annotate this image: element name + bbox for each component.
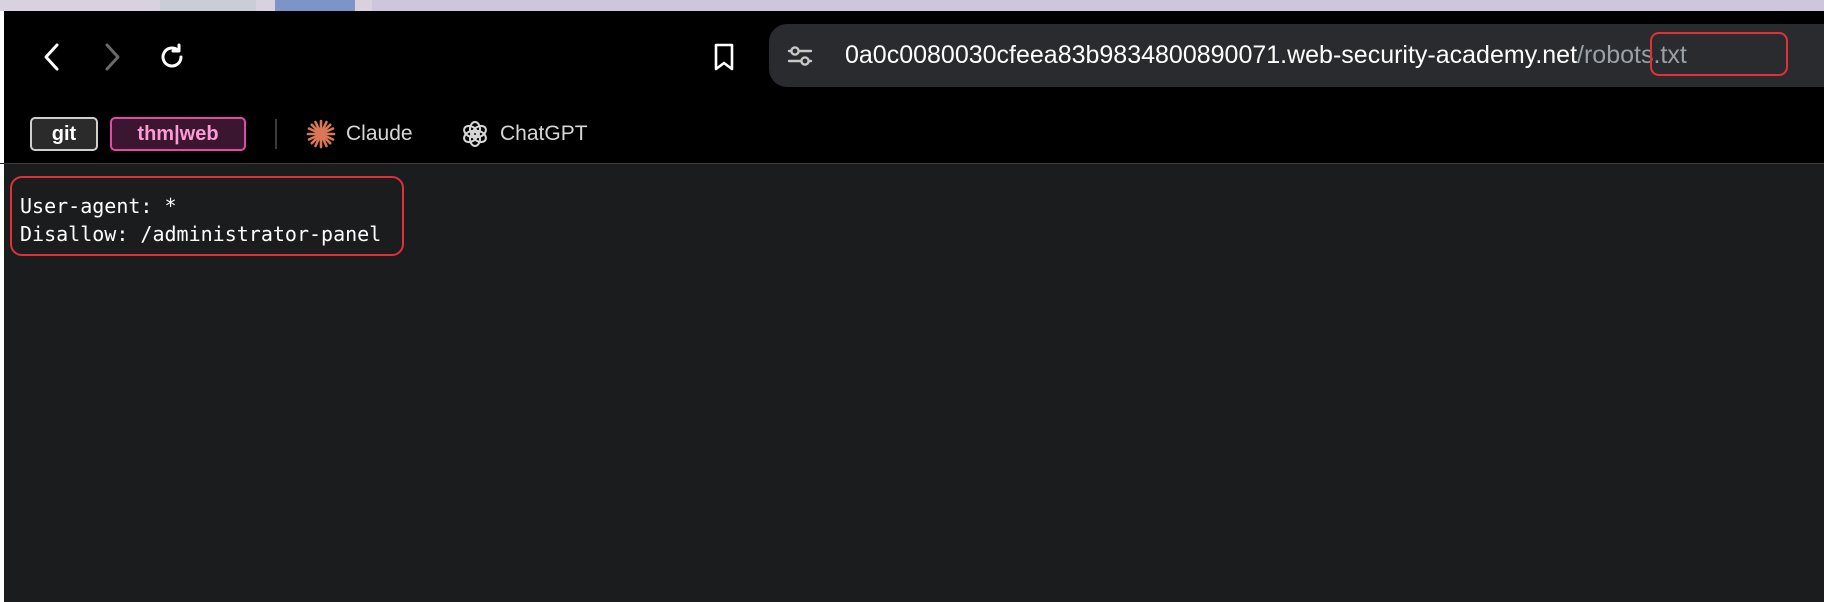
url-text[interactable]: 0a0c0080030cfeea83b9834800890071.web-sec… [845,39,1687,71]
bookmark-claude-label: Claude [346,122,413,145]
reload-button[interactable] [152,37,192,77]
openai-knot-icon [460,119,490,149]
bookmark-icon [714,43,734,71]
reload-icon [161,43,183,68]
bookmark-git[interactable]: git [30,117,98,151]
bookmark-claude[interactable]: Claude [306,117,413,151]
browser-toolbar: 0a0c0080030cfeea83b9834800890071.web-sec… [0,11,1824,163]
bookmark-page-button[interactable] [704,37,744,77]
bookmark-chatgpt[interactable]: ChatGPT [460,117,588,151]
bookmarks-bar: git thm|web Claude ChatGPT [4,107,1824,163]
robots-content-highlight [10,176,404,256]
url-path-highlight [1650,32,1788,76]
chevron-right-icon [105,43,120,71]
bookmarks-separator [275,119,277,149]
back-button[interactable] [32,37,72,77]
claude-sparkle-icon [306,119,336,149]
tune-icon[interactable] [785,41,815,71]
browser-window: 0a0c0080030cfeea83b9834800890071.web-sec… [0,0,1824,602]
page-content: User-agent: * Disallow: /administrator-p… [4,164,1824,602]
bookmark-thm-web[interactable]: thm|web [110,117,246,151]
chevron-left-icon [44,43,59,71]
url-host: 0a0c0080030cfeea83b9834800890071.web-sec… [845,41,1578,69]
taskbar-strip [0,0,1824,11]
bookmark-chatgpt-label: ChatGPT [500,122,588,145]
forward-button[interactable] [92,37,132,77]
